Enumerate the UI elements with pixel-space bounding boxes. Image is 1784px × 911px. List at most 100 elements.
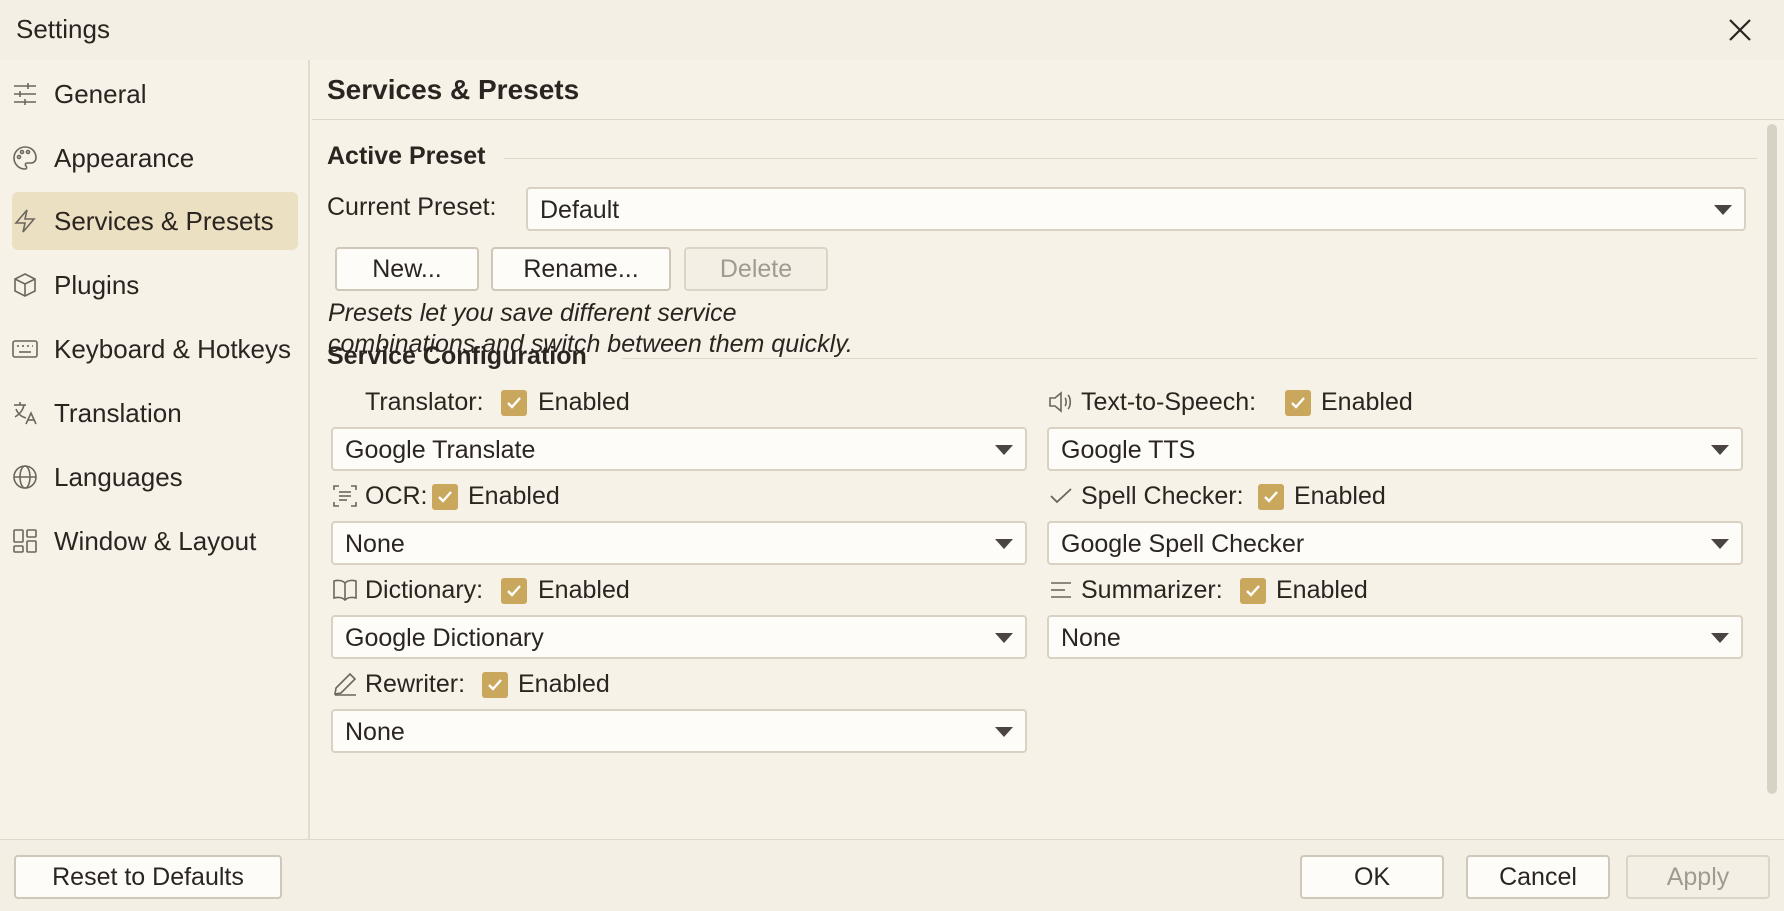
window-title: Settings xyxy=(16,14,110,44)
ocr-value: None xyxy=(345,530,405,558)
summarizer-enabled-label: Enabled xyxy=(1276,576,1368,604)
section-divider xyxy=(622,358,1757,359)
summarizer-enabled-checkbox[interactable] xyxy=(1240,578,1266,604)
layout-icon xyxy=(13,529,37,553)
close-icon xyxy=(1729,19,1751,41)
active-preset-title: Active Preset xyxy=(327,142,486,170)
dictionary-select[interactable]: Google Dictionary xyxy=(331,615,1027,659)
tts-enabled-checkbox[interactable] xyxy=(1285,390,1311,416)
reset-to-defaults-button[interactable]: Reset to Defaults xyxy=(14,855,282,899)
translator-value: Google Translate xyxy=(345,436,536,464)
palette-icon xyxy=(13,146,37,170)
dictionary-label: Dictionary: xyxy=(365,576,484,604)
chevron-down-icon xyxy=(995,445,1013,455)
speaker-icon xyxy=(1049,391,1072,413)
ok-button[interactable]: OK xyxy=(1300,855,1444,899)
sidebar-item-plugins[interactable]: Plugins xyxy=(12,256,298,314)
chevron-down-icon xyxy=(1714,205,1732,215)
package-icon xyxy=(14,273,36,297)
ocr-select[interactable]: None xyxy=(331,521,1027,565)
rewriter-label: Rewriter: xyxy=(365,670,466,698)
checkmark-icon xyxy=(1291,397,1305,409)
current-preset-select[interactable]: Default xyxy=(526,187,1746,231)
sidebar-item-general[interactable]: General xyxy=(12,65,298,123)
checkmark-icon xyxy=(1246,585,1260,597)
title-bar: Settings xyxy=(0,0,1784,60)
sidebar-item-languages[interactable]: Languages xyxy=(12,448,298,506)
sidebar-item-label: Appearance xyxy=(54,143,195,173)
spell-checker-value: Google Spell Checker xyxy=(1061,530,1305,558)
translator-enabled-checkbox[interactable] xyxy=(501,390,527,416)
translator-label: Translator: xyxy=(365,388,484,416)
chevron-down-icon xyxy=(1711,445,1729,455)
sidebar-item-label: Plugins xyxy=(54,270,140,300)
summarizer-select[interactable]: None xyxy=(1047,615,1743,659)
delete-preset-button[interactable]: Delete xyxy=(684,247,828,291)
tts-select[interactable]: Google TTS xyxy=(1047,427,1743,471)
spell-checker-enabled-label: Enabled xyxy=(1294,482,1386,510)
sidebar-item-label: Languages xyxy=(54,462,183,492)
sidebar-item-label: Translation xyxy=(54,398,182,428)
new-preset-button[interactable]: New... xyxy=(335,247,479,291)
summarizer-value: None xyxy=(1061,624,1121,652)
checkmark-icon xyxy=(1264,491,1278,503)
apply-button[interactable]: Apply xyxy=(1626,855,1770,899)
spell-checker-select[interactable]: Google Spell Checker xyxy=(1047,521,1743,565)
dictionary-enabled-checkbox[interactable] xyxy=(501,578,527,604)
tts-value: Google TTS xyxy=(1061,436,1196,464)
checkmark-icon xyxy=(507,585,521,597)
checkmark-icon xyxy=(507,397,521,409)
rewriter-enabled-checkbox[interactable] xyxy=(482,672,508,698)
lightning-icon xyxy=(14,209,36,233)
ocr-enabled-label: Enabled xyxy=(468,482,560,510)
section-divider xyxy=(504,158,1757,159)
lines-icon xyxy=(1051,582,1071,598)
settings-window: Settings General Appearance Services & P… xyxy=(0,0,1784,911)
chevron-down-icon xyxy=(1711,633,1729,643)
summarizer-label: Summarizer: xyxy=(1081,576,1223,604)
sidebar-item-appearance[interactable]: Appearance xyxy=(12,129,298,187)
sidebar-item-translation[interactable]: Translation xyxy=(12,384,298,442)
spell-checker-label: Spell Checker: xyxy=(1081,482,1244,510)
chevron-down-icon xyxy=(995,539,1013,549)
sidebar-item-label: General xyxy=(54,79,147,109)
close-button[interactable] xyxy=(1722,12,1758,48)
tts-label: Text-to-Speech: xyxy=(1081,388,1257,416)
tts-enabled-label: Enabled xyxy=(1321,388,1413,416)
cancel-button[interactable]: Cancel xyxy=(1466,855,1610,899)
dictionary-value: Google Dictionary xyxy=(345,624,544,652)
translator-select[interactable]: Google Translate xyxy=(331,427,1027,471)
sidebar-item-services-presets[interactable]: Services & Presets xyxy=(12,192,298,250)
service-configuration-title: Service Configuration xyxy=(327,342,587,370)
dictionary-enabled-label: Enabled xyxy=(538,576,630,604)
sidebar: General Appearance Services & Presets Pl… xyxy=(0,60,310,839)
page-header: Services & Presets xyxy=(312,60,1784,120)
sidebar-item-label: Keyboard & Hotkeys xyxy=(54,334,292,364)
keyboard-icon xyxy=(12,340,38,358)
chevron-down-icon xyxy=(995,633,1013,643)
checkmark-icon xyxy=(488,679,502,691)
sidebar-item-label: Window & Layout xyxy=(54,526,257,556)
checkmark-icon xyxy=(438,491,452,503)
sidebar-item-window-layout[interactable]: Window & Layout xyxy=(12,512,298,570)
translator-enabled-label: Enabled xyxy=(538,388,630,416)
rewriter-value: None xyxy=(345,718,405,746)
translate-icon xyxy=(14,402,37,425)
ocr-enabled-checkbox[interactable] xyxy=(432,484,458,510)
rewriter-enabled-label: Enabled xyxy=(518,670,610,698)
sidebar-item-keyboard-hotkeys[interactable]: Keyboard & Hotkeys xyxy=(12,320,298,378)
current-preset-label: Current Preset: xyxy=(327,193,497,221)
chevron-down-icon xyxy=(1711,539,1729,549)
spell-checker-enabled-checkbox[interactable] xyxy=(1258,484,1284,510)
preset-help-line: Presets let you save different service xyxy=(328,299,737,327)
chevron-down-icon xyxy=(995,727,1013,737)
sliders-icon xyxy=(14,83,36,105)
globe-icon xyxy=(13,465,37,489)
scrollbar[interactable] xyxy=(1767,124,1777,794)
rename-preset-button[interactable]: Rename... xyxy=(491,247,671,291)
footer: Reset to Defaults OK Cancel Apply xyxy=(0,839,1784,911)
page-title: Services & Presets xyxy=(327,74,580,105)
check-icon xyxy=(1050,488,1072,504)
rewriter-select[interactable]: None xyxy=(331,709,1027,753)
main-panel: Services & Presets Active Preset Current… xyxy=(312,60,1784,839)
